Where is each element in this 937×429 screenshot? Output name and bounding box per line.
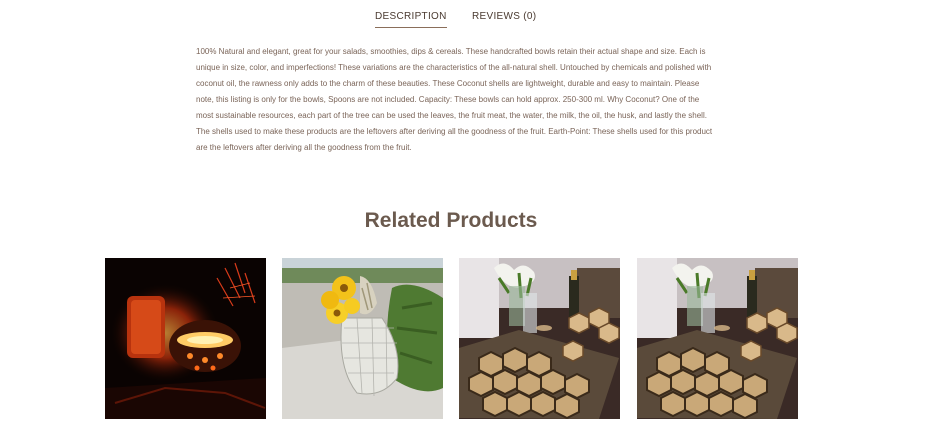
hexagon-coaster-photo (459, 258, 620, 419)
hexagon-coaster-photo (637, 258, 798, 419)
related-product-2-image[interactable] (282, 258, 443, 419)
related-product-1-image[interactable] (105, 258, 266, 419)
related-products-heading: Related Products (364, 209, 538, 232)
related-product-3-image[interactable] (459, 258, 620, 419)
candle-lamp-photo (105, 258, 266, 419)
tab-description[interactable]: DESCRIPTION (375, 11, 447, 28)
product-tabs: DESCRIPTION REVIEWS (0) (0, 11, 937, 33)
tab-reviews[interactable]: REVIEWS (0) (472, 11, 536, 22)
related-product-4-image[interactable] (637, 258, 798, 419)
flower-bag-photo (282, 258, 443, 419)
product-description: 100% Natural and elegant, great for your… (196, 47, 713, 152)
